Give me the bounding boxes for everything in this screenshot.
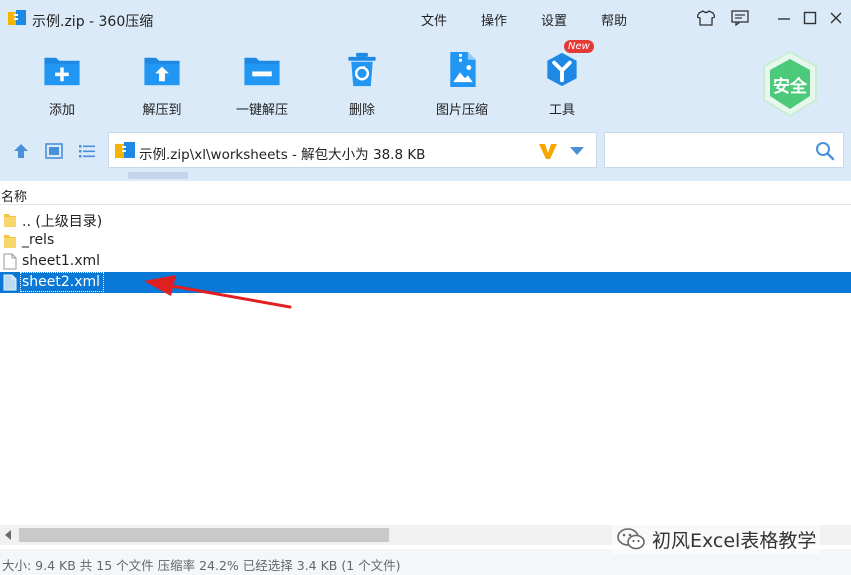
- security-badge[interactable]: 安全: [760, 50, 820, 118]
- one-click-extract-button[interactable]: 一键解压: [222, 46, 302, 118]
- address-path: 示例.zip\xl\worksheets - 解包大小为 38.8 KB: [139, 147, 426, 163]
- file-name: sheet1.xml: [22, 253, 101, 269]
- image-compress-button[interactable]: 图片压缩: [422, 46, 502, 118]
- new-badge: New: [564, 40, 594, 53]
- search-icon[interactable]: [815, 141, 835, 161]
- list-item-parent[interactable]: .. (上级目录): [0, 209, 851, 230]
- message-icon: [731, 10, 749, 26]
- wechat-icon: [617, 528, 645, 550]
- brand-v-icon: [539, 144, 557, 159]
- close-icon: [830, 12, 842, 24]
- file-name: .. (上级目录): [22, 214, 103, 230]
- thumbnail-view-icon[interactable]: [45, 142, 63, 160]
- watermark: 初风Excel表格教学: [612, 524, 821, 554]
- shirt-icon: [697, 10, 715, 26]
- one-click-extract-label: 一键解压: [235, 103, 288, 118]
- title-bar: 示例.zip - 360压缩 文件 操作 设置 帮助: [0, 0, 851, 36]
- image-compress-label: 图片压缩: [435, 103, 488, 118]
- archive-icon: [115, 142, 135, 158]
- file-icon: [3, 274, 17, 291]
- column-header[interactable]: 名称: [0, 181, 851, 205]
- minimize-icon: [778, 18, 790, 20]
- tools-button[interactable]: 工具: [522, 46, 602, 118]
- delete-button[interactable]: 删除: [322, 46, 402, 118]
- file-name: _rels: [22, 232, 55, 248]
- extract-to-icon: [144, 57, 180, 86]
- list-item-sheet1[interactable]: sheet1.xml: [0, 251, 851, 272]
- app-logo-icon: [8, 10, 26, 25]
- menu-operation[interactable]: 操作: [481, 10, 507, 29]
- extract-to-button[interactable]: 解压到: [122, 46, 202, 118]
- feedback-button[interactable]: [730, 8, 750, 28]
- chevron-down-icon[interactable]: [569, 145, 585, 157]
- window-title: 示例.zip - 360压缩: [32, 14, 154, 30]
- address-bar[interactable]: 示例.zip\xl\worksheets - 解包大小为 38.8 KB: [108, 132, 597, 168]
- close-button[interactable]: [826, 8, 846, 28]
- status-text: 大小: 9.4 KB 共 15 个文件 压缩率 24.2% 已经选择 3.4 K…: [2, 558, 401, 573]
- maximize-button[interactable]: [800, 8, 820, 28]
- scrollbar-thumb[interactable]: [19, 528, 389, 542]
- panel-splitter[interactable]: [128, 172, 188, 179]
- file-name: sheet2.xml: [19, 272, 105, 292]
- security-label: 安全: [773, 77, 807, 97]
- scroll-left-icon[interactable]: [3, 529, 13, 541]
- image-compress-icon: [450, 51, 476, 88]
- menu-help[interactable]: 帮助: [601, 10, 627, 29]
- search-field[interactable]: [604, 132, 844, 168]
- add-icon: [44, 57, 80, 86]
- column-name[interactable]: 名称: [1, 186, 27, 205]
- file-icon: [3, 253, 17, 270]
- folder-icon: [4, 235, 16, 248]
- tools-icon: [547, 52, 577, 87]
- add-label: 添加: [48, 103, 75, 118]
- delete-label: 删除: [348, 103, 375, 118]
- delete-icon: [348, 52, 376, 87]
- list-view-icon[interactable]: [78, 142, 96, 160]
- maximize-icon: [803, 11, 817, 25]
- extract-to-label: 解压到: [142, 103, 182, 118]
- tools-label: 工具: [548, 103, 575, 118]
- one-click-extract-icon: [244, 57, 280, 86]
- watermark-text: 初风Excel表格教学: [652, 529, 817, 552]
- up-arrow-icon[interactable]: [12, 142, 30, 160]
- list-item-sheet2[interactable]: sheet2.xml: [0, 272, 851, 293]
- menu-file[interactable]: 文件: [421, 10, 447, 29]
- folder-icon: [4, 214, 16, 227]
- menu-settings[interactable]: 设置: [541, 10, 567, 29]
- skin-button[interactable]: [696, 8, 716, 28]
- window-chrome: 示例.zip - 360压缩 文件 操作 设置 帮助 添加 解压到 一键解压 删…: [0, 0, 851, 181]
- add-button[interactable]: 添加: [22, 46, 102, 118]
- list-item-rels[interactable]: _rels: [0, 230, 851, 251]
- minimize-button[interactable]: [774, 8, 794, 28]
